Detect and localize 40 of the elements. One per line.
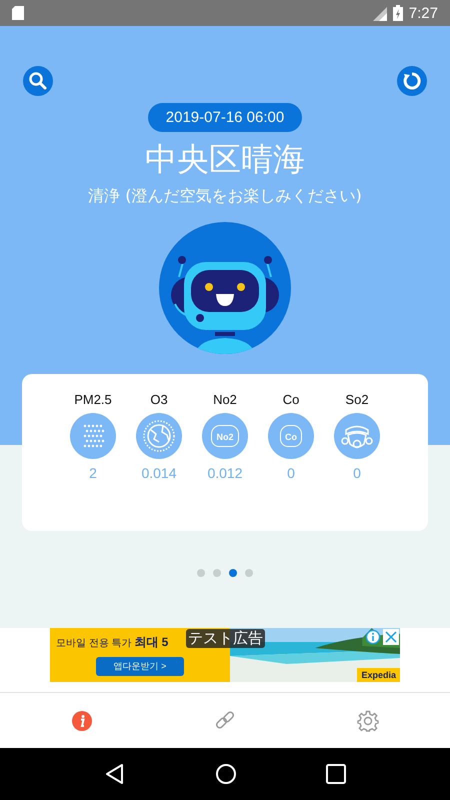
page-indicator-dot[interactable] [245, 569, 253, 577]
home-button[interactable] [214, 763, 237, 785]
gas-mask-icon [334, 413, 380, 459]
ad-download-button[interactable]: 앱다운받기 > [96, 657, 184, 676]
test-ad-label: テスト広告 [186, 629, 265, 648]
cloud-icon: Co [268, 413, 314, 459]
cloud-icon: No2 [202, 413, 248, 459]
recents-button[interactable] [326, 764, 346, 784]
search-icon [28, 71, 48, 91]
pollutant-value: 0 [287, 465, 295, 481]
particles-icon [70, 413, 116, 459]
pollutant-value: 0 [353, 465, 361, 481]
pollutant-label: No2 [213, 392, 237, 407]
pollutant-label: O3 [150, 392, 168, 407]
pollutant-label: PM2.5 [74, 392, 112, 407]
date-badge: 2019-07-16 06:00 [148, 103, 302, 132]
link-icon [214, 710, 236, 732]
page-indicator-dot[interactable] [197, 569, 205, 577]
battery-icon [392, 5, 403, 21]
ad-headline: 모바일 전용 특가 최대 5 [56, 634, 168, 651]
search-button[interactable] [23, 66, 53, 96]
page-indicator-dot[interactable] [213, 569, 221, 577]
page-indicator-dot[interactable] [229, 569, 237, 577]
air-quality-text: 清浄 (澄んだ空気をお楽しみください) [88, 186, 362, 207]
pollutant-value: 2 [89, 465, 97, 481]
gear-icon [357, 710, 380, 732]
location-title: 中央区晴海 [145, 139, 305, 180]
pollutant-label: So2 [345, 392, 369, 407]
pollutant-label: Co [282, 392, 300, 407]
pollutant-value: 0.012 [207, 465, 243, 481]
refresh-icon [402, 71, 422, 91]
pollutant-value: 0.014 [141, 465, 177, 481]
clock: 7:27 [408, 4, 438, 22]
globe-icon [136, 413, 182, 459]
ad-brand: Expedia [357, 668, 400, 682]
sd-card-icon [12, 6, 24, 20]
refresh-button[interactable] [397, 66, 427, 96]
info-icon[interactable] [365, 629, 381, 645]
close-icon[interactable] [383, 629, 399, 645]
info-icon [70, 710, 93, 732]
